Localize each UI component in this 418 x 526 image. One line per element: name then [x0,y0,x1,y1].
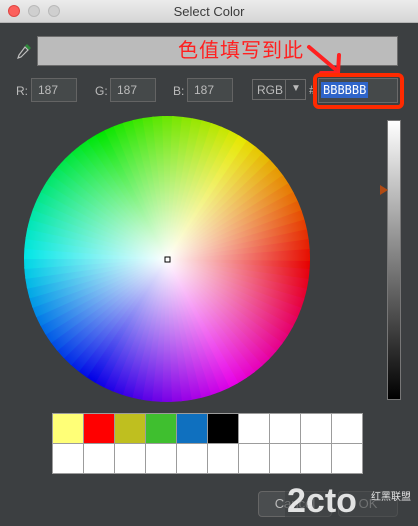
chevron-down-icon: ▼ [291,83,301,94]
palette-swatch[interactable] [269,413,301,444]
swatch-palette [52,413,363,474]
palette-swatch[interactable] [83,413,115,444]
window-title: Select Color [173,4,245,19]
palette-swatch[interactable] [52,443,84,474]
title-bar: Select Color [0,0,418,23]
palette-swatch[interactable] [52,413,84,444]
eyedropper-icon[interactable] [16,43,32,59]
palette-swatch[interactable] [331,443,363,474]
palette-swatch[interactable] [207,443,239,474]
palette-swatch[interactable] [269,443,301,474]
g-label: G: [95,84,108,98]
palette-swatch[interactable] [176,443,208,474]
b-label: B: [173,84,185,98]
palette-swatch[interactable] [114,443,146,474]
svg-text:红黑联盟: 红黑联盟 [371,490,411,503]
hex-value: BBBBBB [321,82,369,98]
brightness-slider[interactable] [387,120,401,400]
wheel-cursor [164,256,171,263]
palette-swatch[interactable] [83,443,115,474]
red-arrow-annotation [307,45,341,75]
palette-swatch[interactable] [238,413,270,444]
palette-swatch[interactable] [145,443,177,474]
palette-swatch[interactable] [238,443,270,474]
color-wheel[interactable] [24,116,310,402]
r-label: R: [16,84,28,98]
palette-swatch[interactable] [145,413,177,444]
palette-swatch[interactable] [331,413,363,444]
svg-text:2cto: 2cto [287,482,357,520]
color-mode-select[interactable]: RGB ▼ [252,79,306,100]
palette-swatch[interactable] [300,413,332,444]
watermark-logo: 2cto 红黑联盟 [285,480,418,526]
palette-swatch[interactable] [176,413,208,444]
palette-swatch[interactable] [114,413,146,444]
b-input[interactable]: 187 [187,78,233,102]
r-input[interactable]: 187 [31,78,77,102]
select-divider [285,80,286,99]
palette-swatch[interactable] [207,413,239,444]
palette-swatch[interactable] [300,443,332,474]
g-input[interactable]: 187 [110,78,156,102]
color-mode-value: RGB [257,83,284,97]
annotation-text: 色值填写到此 [178,38,304,62]
brightness-slider-thumb[interactable] [380,185,388,195]
